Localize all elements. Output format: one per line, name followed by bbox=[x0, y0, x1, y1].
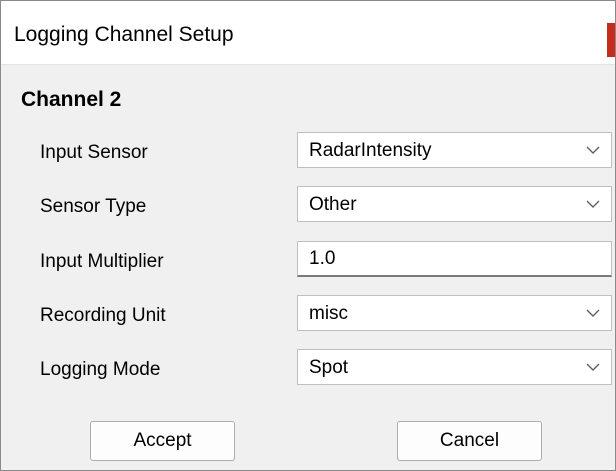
chevron-down-icon bbox=[586, 309, 600, 317]
window-title: Logging Channel Setup bbox=[14, 23, 234, 46]
recording-unit-value: misc bbox=[309, 303, 349, 324]
accept-button[interactable]: Accept bbox=[90, 421, 235, 461]
chevron-down-icon bbox=[586, 200, 600, 208]
logging-mode-label: Logging Mode bbox=[40, 359, 161, 380]
sensor-type-value: Other bbox=[309, 194, 357, 215]
input-sensor-label: Input Sensor bbox=[40, 142, 148, 163]
recording-unit-select[interactable]: misc bbox=[297, 295, 612, 331]
chevron-down-icon bbox=[586, 146, 600, 154]
input-multiplier-label: Input Multiplier bbox=[40, 251, 164, 272]
logging-mode-value: Spot bbox=[309, 357, 349, 378]
dialog-content: Channel 2 Input Sensor RadarIntensity Se… bbox=[1, 66, 615, 470]
input-sensor-value: RadarIntensity bbox=[309, 140, 432, 161]
close-button-edge[interactable] bbox=[607, 23, 615, 57]
cancel-button[interactable]: Cancel bbox=[397, 421, 542, 461]
channel-heading: Channel 2 bbox=[21, 88, 122, 111]
input-multiplier-field[interactable] bbox=[297, 241, 612, 277]
chevron-down-icon bbox=[586, 363, 600, 371]
input-sensor-select[interactable]: RadarIntensity bbox=[297, 132, 612, 168]
recording-unit-label: Recording Unit bbox=[40, 305, 166, 326]
logging-mode-select[interactable]: Spot bbox=[297, 349, 612, 385]
logging-channel-setup-dialog: Logging Channel Setup Channel 2 Input Se… bbox=[0, 0, 616, 471]
title-bar[interactable]: Logging Channel Setup bbox=[1, 1, 615, 65]
sensor-type-select[interactable]: Other bbox=[297, 186, 612, 222]
sensor-type-label: Sensor Type bbox=[40, 196, 147, 217]
